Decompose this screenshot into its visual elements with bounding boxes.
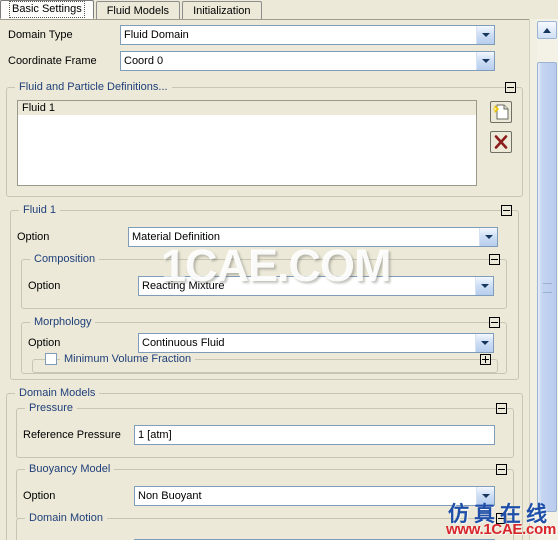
collapse-buoyancy-icon[interactable] [496, 464, 507, 475]
tab-initialization-label: Initialization [193, 5, 251, 17]
tab-basic-settings[interactable]: Basic Settings [0, 0, 94, 19]
fluid-1-option-combo[interactable]: Material Definition [128, 227, 498, 247]
watermark-url: www.1CAE.com [445, 521, 556, 538]
composition-title: Composition [30, 253, 100, 265]
fluid-1-title: Fluid 1 [19, 204, 61, 216]
reference-pressure-label: Reference Pressure [23, 429, 121, 441]
fluid-1-option-value: Material Definition [132, 231, 221, 243]
chevron-down-icon[interactable] [475, 277, 493, 295]
basic-settings-panel: Domain Type Fluid Domain Coordinate Fram… [0, 19, 529, 540]
collapse-fluid-definitions-icon[interactable] [505, 82, 516, 93]
minimum-volume-fraction-checkbox[interactable] [45, 353, 57, 365]
chevron-down-icon[interactable] [479, 228, 497, 246]
buoyancy-option-combo[interactable]: Non Buoyant [134, 486, 495, 506]
domain-motion-title: Domain Motion [25, 512, 107, 524]
tab-fluid-models-label: Fluid Models [106, 5, 170, 17]
collapse-morphology-icon[interactable] [489, 317, 500, 328]
list-item[interactable]: Fluid 1 [18, 101, 476, 115]
tab-initialization[interactable]: Initialization [182, 1, 262, 19]
vertical-scrollbar[interactable] [529, 19, 558, 540]
chevron-down-icon[interactable] [476, 26, 494, 44]
expand-minimum-volume-fraction-icon[interactable] [480, 354, 491, 365]
chevron-down-icon[interactable] [475, 334, 493, 352]
reference-pressure-input[interactable]: 1 [atm] [134, 425, 495, 445]
domain-type-label: Domain Type [8, 29, 73, 41]
tab-basic-settings-label: Basic Settings [9, 1, 85, 18]
new-item-button[interactable] [490, 101, 512, 123]
fluid-definitions-listbox[interactable]: Fluid 1 [17, 100, 477, 186]
scroll-up-arrow[interactable] [537, 21, 557, 39]
new-document-icon [493, 104, 509, 120]
fluid-particle-definitions-title: Fluid and Particle Definitions... [15, 81, 172, 93]
coordinate-frame-combo[interactable]: Coord 0 [120, 51, 495, 71]
pressure-title: Pressure [25, 402, 78, 414]
minimum-volume-fraction-group: Minimum Volume Fraction [32, 353, 498, 373]
composition-group: Composition Option Reacting Mixture [21, 253, 507, 309]
scrollbar-grip [543, 283, 552, 293]
collapse-pressure-icon[interactable] [496, 403, 507, 414]
chevron-down-icon[interactable] [476, 52, 494, 70]
morphology-option-label: Option [28, 337, 61, 349]
morphology-option-value: Continuous Fluid [142, 337, 225, 349]
collapse-composition-icon[interactable] [489, 254, 500, 265]
tab-strip: Basic Settings Fluid Models Initializati… [0, 0, 558, 19]
tab-fluid-models[interactable]: Fluid Models [95, 1, 181, 19]
fluid-1-group: Fluid 1 Option Material Definition Compo… [10, 204, 519, 380]
domain-motion-group: Domain Motion Option Stationary [16, 512, 514, 540]
buoyancy-option-label: Option [23, 490, 56, 502]
fluid-particle-definitions-group: Fluid and Particle Definitions... Fluid … [6, 81, 523, 197]
domain-models-group: Domain Models Pressure Reference Pressur… [6, 387, 523, 540]
domain-models-title: Domain Models [15, 387, 100, 399]
buoyancy-option-value: Non Buoyant [138, 490, 202, 502]
coordinate-frame-value: Coord 0 [124, 55, 164, 67]
minimum-volume-fraction-label: Minimum Volume Fraction [60, 353, 196, 365]
composition-option-value: Reacting Mixture [142, 280, 225, 292]
morphology-title: Morphology [30, 316, 96, 328]
pressure-group: Pressure Reference Pressure 1 [atm] [16, 402, 514, 458]
morphology-option-combo[interactable]: Continuous Fluid [138, 333, 494, 353]
scrollbar-thumb[interactable] [537, 62, 557, 512]
composition-option-combo[interactable]: Reacting Mixture [138, 276, 494, 296]
close-icon [494, 135, 508, 149]
coordinate-frame-label: Coordinate Frame [8, 55, 97, 67]
fluid-1-option-label: Option [17, 231, 50, 243]
delete-item-button[interactable] [490, 131, 512, 153]
buoyancy-model-title: Buoyancy Model [25, 463, 115, 475]
domain-type-value: Fluid Domain [124, 29, 189, 41]
domain-type-combo[interactable]: Fluid Domain [120, 25, 495, 45]
morphology-group: Morphology Option Continuous Fluid Minim… [21, 316, 507, 374]
collapse-fluid-1-icon[interactable] [501, 205, 512, 216]
composition-option-label: Option [28, 280, 61, 292]
